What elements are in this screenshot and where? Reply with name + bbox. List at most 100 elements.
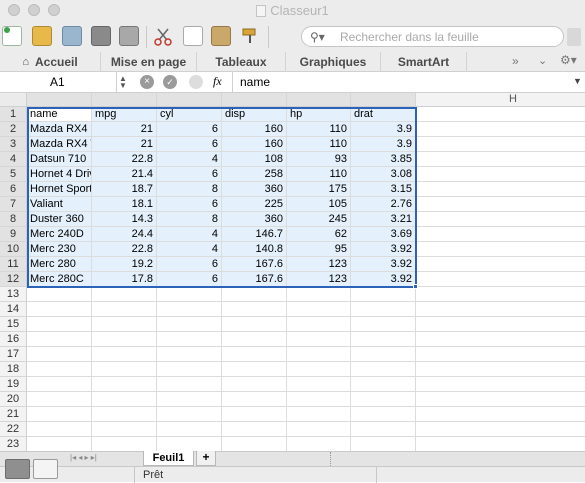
empty-cell[interactable] xyxy=(27,407,92,422)
value-cell[interactable]: 22.8 xyxy=(92,152,157,167)
print-icon[interactable] xyxy=(119,26,139,46)
tab-graphiques[interactable]: Graphiques xyxy=(286,52,381,72)
empty-cell[interactable] xyxy=(287,287,351,302)
name-cell[interactable]: Merc 280 xyxy=(27,257,92,272)
value-cell[interactable]: 3.08 xyxy=(351,167,416,182)
empty-cell[interactable] xyxy=(222,287,287,302)
toolbar-overflow-icon[interactable] xyxy=(567,28,581,46)
empty-cell[interactable] xyxy=(351,302,416,317)
empty-cell[interactable] xyxy=(351,437,416,451)
search-field[interactable]: ⚲▾ Rechercher dans la feuille xyxy=(301,26,564,47)
empty-cell[interactable] xyxy=(92,377,157,392)
value-cell[interactable]: 123 xyxy=(287,257,351,272)
empty-cell[interactable] xyxy=(27,302,92,317)
name-cell[interactable]: Merc 280C xyxy=(27,272,92,287)
value-cell[interactable]: 3.21 xyxy=(351,212,416,227)
empty-cell[interactable] xyxy=(287,422,351,437)
empty-cell[interactable] xyxy=(351,377,416,392)
empty-cell[interactable] xyxy=(222,302,287,317)
value-cell[interactable]: 22.8 xyxy=(92,242,157,257)
fill-handle[interactable] xyxy=(413,284,418,289)
header-cell[interactable]: mpg xyxy=(92,107,157,122)
value-cell[interactable]: 160 xyxy=(222,137,287,152)
page-layout-view-icon[interactable] xyxy=(33,459,58,479)
row-header[interactable]: 3 xyxy=(0,137,27,152)
value-cell[interactable]: 3.69 xyxy=(351,227,416,242)
empty-cell[interactable] xyxy=(222,407,287,422)
value-cell[interactable]: 6 xyxy=(157,137,222,152)
value-cell[interactable]: 6 xyxy=(157,122,222,137)
empty-cell[interactable] xyxy=(287,377,351,392)
value-cell[interactable]: 21.4 xyxy=(92,167,157,182)
scrollbar-split[interactable] xyxy=(330,452,331,466)
value-cell[interactable]: 8 xyxy=(157,182,222,197)
row-header[interactable]: 7 xyxy=(0,197,27,212)
empty-cell[interactable] xyxy=(416,152,585,167)
empty-cell[interactable] xyxy=(416,197,585,212)
empty-cell[interactable] xyxy=(157,347,222,362)
empty-cell[interactable] xyxy=(92,347,157,362)
value-cell[interactable]: 225 xyxy=(222,197,287,212)
row-header[interactable]: 8 xyxy=(0,212,27,227)
expand-formula-icon[interactable]: ▼ xyxy=(573,76,582,86)
empty-cell[interactable] xyxy=(222,362,287,377)
gallery-icon[interactable] xyxy=(32,26,52,46)
column-header[interactable] xyxy=(351,93,416,107)
gear-icon[interactable]: ⚙▾ xyxy=(560,53,577,67)
empty-cell[interactable] xyxy=(157,287,222,302)
name-cell[interactable]: Valiant xyxy=(27,197,92,212)
empty-cell[interactable] xyxy=(416,422,585,437)
value-cell[interactable]: 19.2 xyxy=(92,257,157,272)
column-header[interactable] xyxy=(92,93,157,107)
empty-cell[interactable] xyxy=(222,332,287,347)
cancel-formula-icon[interactable]: × xyxy=(140,75,154,89)
empty-cell[interactable] xyxy=(157,422,222,437)
empty-cell[interactable] xyxy=(92,317,157,332)
empty-cell[interactable] xyxy=(157,392,222,407)
tab-mise-en-page[interactable]: Mise en page xyxy=(101,52,197,72)
value-cell[interactable]: 18.1 xyxy=(92,197,157,212)
column-header[interactable] xyxy=(222,93,287,107)
value-cell[interactable]: 6 xyxy=(157,197,222,212)
name-cell[interactable]: Mazda RX4 Wag xyxy=(27,137,92,152)
value-cell[interactable]: 258 xyxy=(222,167,287,182)
empty-cell[interactable] xyxy=(416,347,585,362)
value-cell[interactable]: 3.15 xyxy=(351,182,416,197)
empty-cell[interactable] xyxy=(27,347,92,362)
empty-cell[interactable] xyxy=(92,287,157,302)
value-cell[interactable]: 360 xyxy=(222,182,287,197)
value-cell[interactable]: 21 xyxy=(92,137,157,152)
name-cell[interactable]: Datsun 710 xyxy=(27,152,92,167)
empty-cell[interactable] xyxy=(27,362,92,377)
copy-icon[interactable] xyxy=(183,26,203,46)
value-cell[interactable]: 175 xyxy=(287,182,351,197)
column-header[interactable] xyxy=(287,93,351,107)
row-header[interactable]: 6 xyxy=(0,182,27,197)
row-header[interactable]: 5 xyxy=(0,167,27,182)
empty-cell[interactable] xyxy=(92,422,157,437)
empty-cell[interactable] xyxy=(222,422,287,437)
column-header-h[interactable]: H xyxy=(416,93,585,107)
empty-cell[interactable] xyxy=(27,392,92,407)
row-header[interactable]: 18 xyxy=(0,362,27,377)
empty-cell[interactable] xyxy=(351,362,416,377)
empty-cell[interactable] xyxy=(416,137,585,152)
value-cell[interactable]: 2.76 xyxy=(351,197,416,212)
row-header[interactable]: 20 xyxy=(0,392,27,407)
empty-cell[interactable] xyxy=(222,347,287,362)
value-cell[interactable]: 3.92 xyxy=(351,257,416,272)
normal-view-icon[interactable] xyxy=(5,459,30,479)
empty-cell[interactable] xyxy=(416,182,585,197)
empty-cell[interactable] xyxy=(157,437,222,451)
value-cell[interactable]: 6 xyxy=(157,272,222,287)
row-header[interactable]: 17 xyxy=(0,347,27,362)
save-icon[interactable] xyxy=(91,26,111,46)
value-cell[interactable]: 110 xyxy=(287,137,351,152)
name-box[interactable]: A1 ▲ ▼ xyxy=(0,72,127,92)
value-cell[interactable]: 93 xyxy=(287,152,351,167)
value-cell[interactable]: 8 xyxy=(157,212,222,227)
value-cell[interactable]: 4 xyxy=(157,227,222,242)
empty-cell[interactable] xyxy=(157,407,222,422)
header-cell[interactable]: hp xyxy=(287,107,351,122)
empty-cell[interactable] xyxy=(351,392,416,407)
